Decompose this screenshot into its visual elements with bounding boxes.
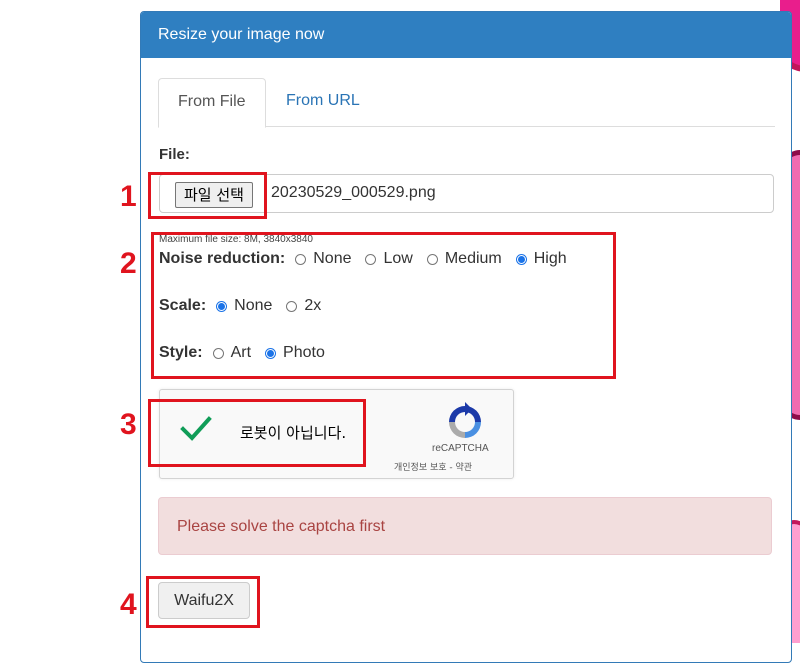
recaptcha-brand: reCAPTCHA [432,443,489,454]
annotation-number-1: 1 [120,180,137,213]
tab-from-url[interactable]: From URL [267,78,379,125]
panel-title: Resize your image now [141,12,791,58]
captcha-error-alert: Please solve the captcha first [158,497,772,555]
annotation-box-1 [148,172,267,219]
annotation-number-4: 4 [120,588,137,621]
annotation-box-2 [151,232,616,379]
recaptcha-links[interactable]: 개인정보 보호 - 약관 [394,460,472,473]
annotation-number-3: 3 [120,408,137,441]
file-label: File: [159,146,190,163]
source-tabs: From File From URL [158,78,775,128]
recaptcha-logo-icon [449,402,481,438]
annotation-number-2: 2 [120,247,137,280]
annotation-box-3 [148,399,366,467]
selected-file-name: 20230529_000529.png [271,184,436,201]
tab-from-file[interactable]: From File [158,78,266,128]
annotation-box-4 [146,576,260,628]
